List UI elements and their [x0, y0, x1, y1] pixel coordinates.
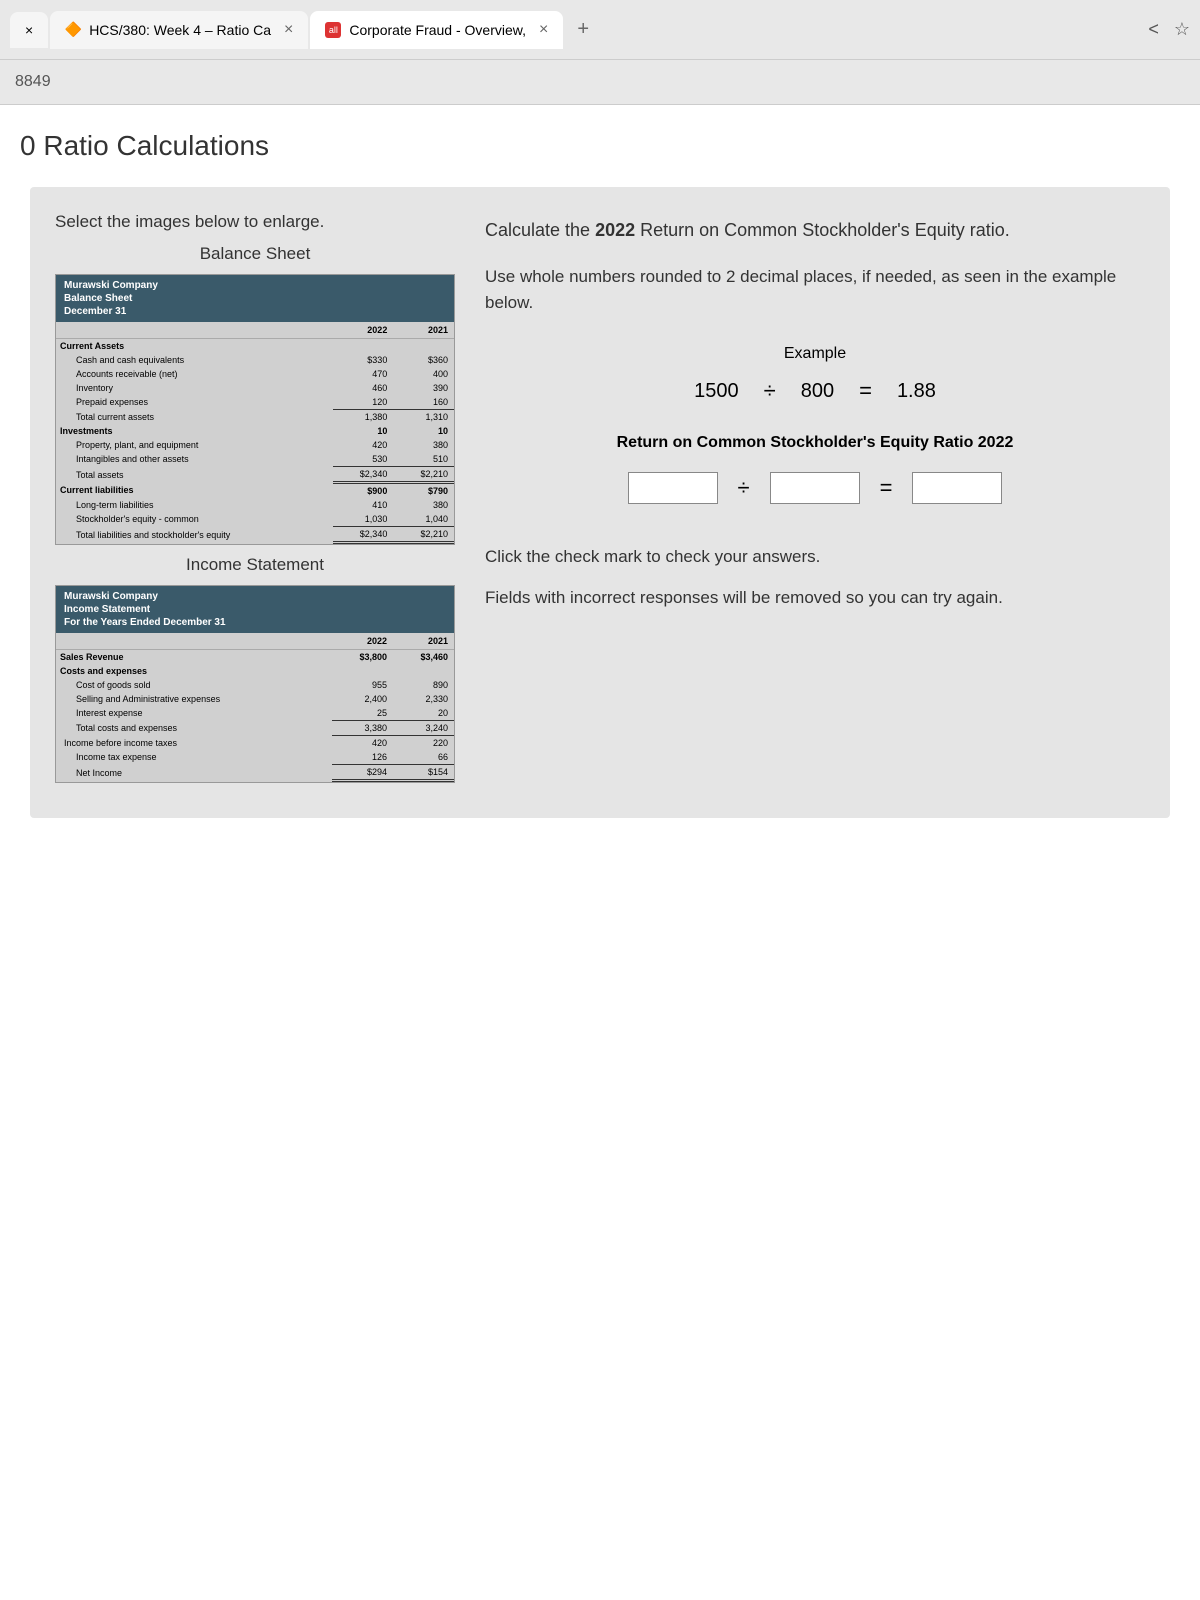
page-content: 0 Ratio Calculations Select the images b…	[0, 105, 1200, 1600]
tab-label: Corporate Fraud - Overview,	[349, 22, 526, 38]
input-equation: ÷ =	[485, 472, 1145, 504]
example-b: 800	[801, 380, 834, 403]
balance-sheet-image[interactable]: Murawski Company Balance Sheet December …	[55, 274, 455, 545]
example-a: 1500	[694, 380, 739, 403]
close-icon[interactable]: ×	[25, 22, 33, 38]
result-input[interactable]	[912, 472, 1002, 504]
example-equation: 1500 ÷ 800 = 1.88	[485, 378, 1145, 404]
content-area: Select the images below to enlarge. Bala…	[30, 187, 1170, 818]
close-icon[interactable]: ×	[539, 21, 548, 39]
is-table: 20222021 Sales Revenue$3,800$3,460 Costs…	[56, 633, 454, 782]
equals-icon: =	[880, 475, 893, 501]
new-tab-button[interactable]: +	[565, 13, 601, 46]
star-icon[interactable]: ☆	[1174, 19, 1190, 40]
denominator-input[interactable]	[770, 472, 860, 504]
example-label: Example	[485, 345, 1145, 363]
tab-favicon-icon: all	[325, 22, 341, 38]
instruction-text: Select the images below to enlarge.	[55, 212, 455, 232]
url-bar-area: 8849	[0, 60, 1200, 105]
tab-close-first[interactable]: ×	[10, 12, 48, 48]
numerator-input[interactable]	[628, 472, 718, 504]
page-title: 0 Ratio Calculations	[0, 105, 1200, 177]
retry-instruction: Fields with incorrect responses will be …	[485, 585, 1145, 611]
balance-sheet-title: Balance Sheet	[55, 244, 455, 264]
is-header: Murawski Company Income Statement For th…	[56, 586, 454, 633]
tab-label: HCS/380: Week 4 – Ratio Ca	[89, 22, 271, 38]
income-statement-title: Income Statement	[55, 555, 455, 575]
divide-icon: ÷	[738, 475, 750, 501]
ratio-title: Return on Common Stockholder's Equity Ra…	[485, 434, 1145, 452]
example-c: 1.88	[897, 380, 936, 403]
left-panel: Select the images below to enlarge. Bala…	[55, 212, 455, 793]
question-text: Calculate the 2022 Return on Common Stoc…	[485, 217, 1145, 244]
tab-hcs380[interactable]: 🔶 HCS/380: Week 4 – Ratio Ca ×	[50, 11, 308, 49]
divide-icon: ÷	[764, 378, 776, 404]
equals-icon: =	[859, 378, 872, 404]
right-panel: Calculate the 2022 Return on Common Stoc…	[485, 212, 1145, 793]
tab-favicon-icon: 🔶	[65, 22, 81, 38]
tab-corporate-fraud[interactable]: all Corporate Fraud - Overview, ×	[310, 11, 563, 49]
check-instruction: Click the check mark to check your answe…	[485, 544, 1145, 570]
income-statement-image[interactable]: Murawski Company Income Statement For th…	[55, 585, 455, 783]
close-icon[interactable]: ×	[284, 21, 293, 39]
bs-header: Murawski Company Balance Sheet December …	[56, 275, 454, 322]
share-icon[interactable]: <	[1148, 19, 1159, 40]
url-fragment: 8849	[15, 73, 51, 91]
hint-text: Use whole numbers rounded to 2 decimal p…	[485, 264, 1145, 315]
bs-table: 20222021 Current Assets Cash and cash eq…	[56, 322, 454, 544]
browser-tabs: × 🔶 HCS/380: Week 4 – Ratio Ca × all Cor…	[0, 0, 1200, 60]
